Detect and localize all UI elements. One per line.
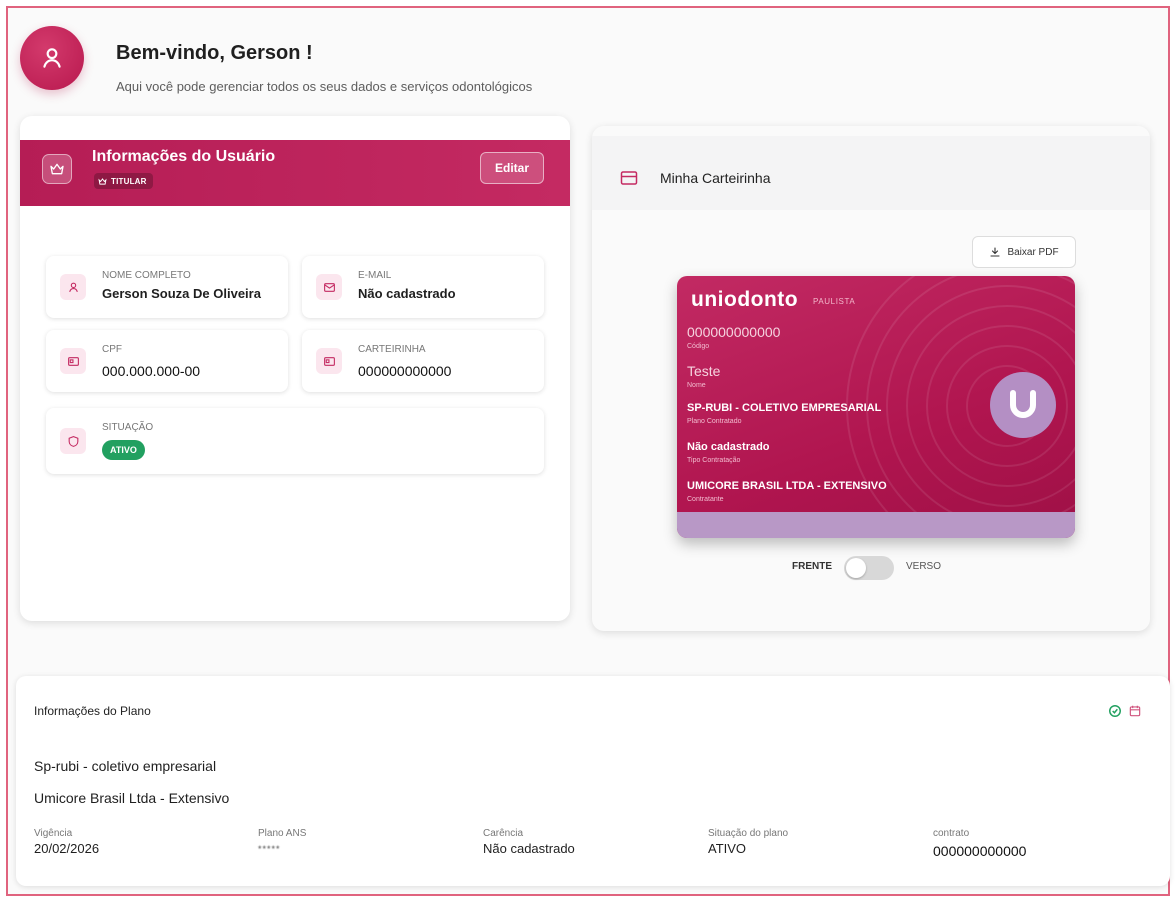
user-info-header: Informações do Usuário TITULAR Editar <box>20 140 570 206</box>
crown-icon <box>98 177 107 185</box>
plan-name: Sp-rubi - coletivo empresarial <box>34 758 217 774</box>
card-holder-value: Teste <box>687 363 721 379</box>
card-contract-type-value: Não cadastrado <box>687 441 770 453</box>
avatar <box>20 26 84 90</box>
mail-icon-box <box>316 274 342 300</box>
cpf-label: CPF <box>102 344 122 355</box>
plan-ans-value: ***** <box>258 844 281 854</box>
uniodonto-logo-icon <box>990 372 1056 438</box>
plan-grace-value: Não cadastrado <box>483 841 575 856</box>
shield-icon-box <box>60 428 86 454</box>
card-holder-label: Nome <box>687 382 706 389</box>
id-card-icon-box <box>316 348 342 374</box>
welcome-header: Bem-vindo, Gerson ! Aqui você pode geren… <box>20 26 660 106</box>
cpf-field: CPF 000.000.000-00 <box>46 330 288 392</box>
download-pdf-button[interactable]: Baixar PDF <box>972 236 1076 268</box>
card-side-toggle: FRENTE VERSO <box>792 556 952 580</box>
plan-status-value: ATIVO <box>708 841 747 856</box>
card-number-field: CARTEIRINHA 000000000000 <box>302 330 544 392</box>
check-circle-icon <box>1109 705 1121 717</box>
card-plan-value: SP-RUBI - COLETIVO EMPRESARIAL <box>687 402 882 414</box>
crown-icon-box <box>42 154 72 184</box>
card-number-label: CARTEIRINHA <box>358 344 426 355</box>
plan-ans-label: Plano ANS <box>258 828 307 839</box>
credit-card-icon <box>620 171 638 185</box>
name-label: NOME COMPLETO <box>102 270 191 281</box>
status-badge: ATIVO <box>102 440 145 460</box>
id-card-icon <box>67 356 79 366</box>
cpf-value: 000.000.000-00 <box>102 363 201 379</box>
brand-sub: PAULISTA <box>813 297 856 306</box>
plan-contract-value: 000000000000 <box>933 843 1027 859</box>
download-icon <box>990 247 1000 257</box>
email-label: E-MAIL <box>358 270 392 281</box>
card-code-value: 000000000000 <box>687 324 781 340</box>
membership-card-panel: Minha Carteirinha Baixar PDF uniodonto P… <box>592 126 1150 631</box>
edit-button[interactable]: Editar <box>480 152 544 184</box>
card-side-switch[interactable] <box>844 556 894 580</box>
app-frame: Bem-vindo, Gerson ! Aqui você pode geren… <box>6 6 1170 896</box>
plan-validity-value: 20/02/2026 <box>34 841 100 856</box>
user-icon <box>68 282 78 292</box>
membership-card-header: Minha Carteirinha <box>592 136 1150 210</box>
name-field: NOME COMPLETO Gerson Souza De Oliveira <box>46 256 288 318</box>
titular-badge: TITULAR <box>94 173 153 189</box>
membership-card-title: Minha Carteirinha <box>660 170 771 186</box>
plan-info-card: Informações do Plano Sp-rubi - coletivo … <box>16 676 1170 886</box>
plan-grace: Carência Não cadastrado <box>483 828 575 856</box>
user-info-title: Informações do Usuário <box>92 148 276 165</box>
card-contractor-label: Contratante <box>687 496 724 503</box>
download-pdf-label: Baixar PDF <box>1007 246 1059 258</box>
card-footer-strip <box>677 512 1075 538</box>
plan-company: Umicore Brasil Ltda - Extensivo <box>34 790 230 806</box>
u-logo-icon <box>1010 390 1036 418</box>
plan-info-title: Informações do Plano <box>34 704 151 718</box>
card-number-value: 000000000000 <box>358 363 452 379</box>
shield-icon <box>68 435 78 447</box>
plan-status-icons <box>1108 704 1142 718</box>
user-icon-box <box>60 274 86 300</box>
email-value: Não cadastrado <box>358 286 456 301</box>
mail-icon <box>323 282 335 292</box>
card-code-label: Código <box>687 343 710 350</box>
toggle-back-label: VERSO <box>906 561 942 572</box>
plan-status-label: Situação do plano <box>708 828 789 839</box>
name-value: Gerson Souza De Oliveira <box>102 286 261 301</box>
user-icon <box>43 48 61 68</box>
status-field: SITUAÇÃO ATIVO <box>46 408 544 474</box>
toggle-front-label: FRENTE <box>792 561 832 572</box>
plan-status: Situação do plano ATIVO <box>708 828 788 856</box>
user-info-card: Informações do Usuário TITULAR Editar NO… <box>20 116 570 621</box>
card-plan-label: Plano Contratado <box>687 418 742 425</box>
id-card-icon-box <box>60 348 86 374</box>
crown-icon <box>50 163 64 175</box>
brand-logo: uniodonto <box>691 288 799 311</box>
plan-validity-label: Vigência <box>34 828 73 839</box>
id-card-icon <box>323 356 335 366</box>
plan-validity: Vigência 20/02/2026 <box>34 828 99 856</box>
email-field: E-MAIL Não cadastrado <box>302 256 544 318</box>
page-subtitle: Aqui você pode gerenciar todos os seus d… <box>116 79 533 94</box>
plan-ans: Plano ANS ***** <box>258 828 306 854</box>
titular-badge-label: TITULAR <box>111 176 147 186</box>
calendar-icon <box>1129 705 1141 717</box>
plan-contract-label: contrato <box>933 828 970 839</box>
digital-member-card: uniodonto PAULISTA 000000000000 Código T… <box>677 276 1075 538</box>
switch-knob <box>846 558 866 578</box>
card-contract-type-label: Tipo Contratação <box>687 457 741 464</box>
status-label: SITUAÇÃO <box>102 422 154 433</box>
page-title: Bem-vindo, Gerson ! <box>116 42 313 64</box>
card-contractor-value: UMICORE BRASIL LTDA - EXTENSIVO <box>687 480 887 492</box>
plan-contract: contrato 000000000000 <box>933 828 1026 859</box>
plan-grace-label: Carência <box>483 828 524 839</box>
